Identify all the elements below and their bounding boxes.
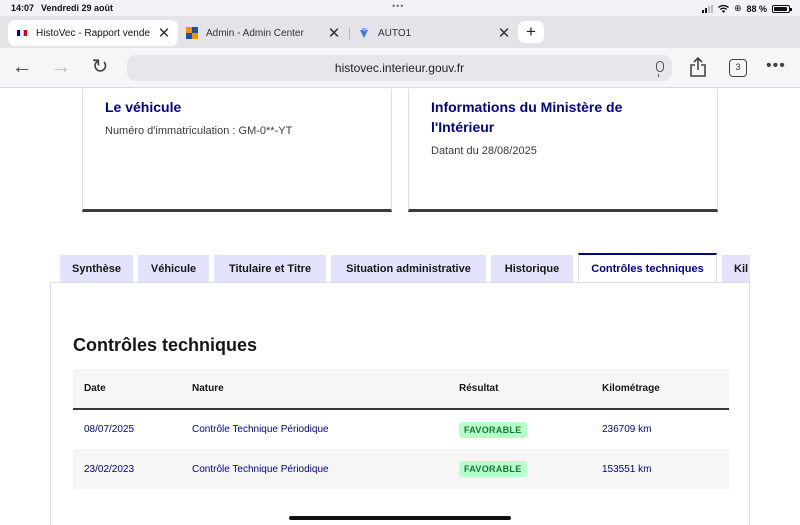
column-nature: Nature (192, 369, 459, 410)
tab-synthese[interactable]: Synthèse (60, 255, 133, 283)
tab-title: HistoVec - Rapport vende (36, 27, 150, 39)
cell-nature: Contrôle Technique Périodique (192, 449, 459, 489)
controles-techniques-panel: Contrôles techniques Date Nature Résulta… (50, 282, 750, 525)
tab-kilometrage[interactable]: Kil (722, 255, 750, 283)
column-resultat: Résultat (459, 369, 602, 410)
tab-title: Admin - Admin Center (206, 27, 304, 39)
auto1-icon (360, 28, 368, 38)
tab-vehicule[interactable]: Véhicule (138, 255, 209, 283)
table-row: 23/02/2023 Contrôle Technique Périodique… (73, 449, 729, 489)
battery-percent: 88 % (746, 3, 767, 14)
ministry-card: Informations du Ministère de l'Intérieur … (408, 89, 718, 212)
orientation-lock-icon: ⊕ (733, 3, 742, 13)
share-icon[interactable] (689, 57, 707, 78)
wifi-icon (717, 4, 729, 13)
cell-km: 236709 km (602, 424, 652, 435)
tab-situation-administrative[interactable]: Situation administrative (331, 255, 486, 283)
close-tab-icon[interactable]: ✕ (154, 24, 174, 42)
browser-tab-bar: HistoVec - Rapport vende ✕ Admin - Admin… (0, 16, 800, 48)
new-tab-button[interactable]: + (518, 21, 544, 43)
status-date: Vendredi 29 août (41, 3, 114, 13)
microphone-icon[interactable] (656, 61, 664, 77)
address-bar[interactable]: histovec.interieur.gouv.fr (127, 55, 672, 81)
tab-title: AUTO1 (378, 27, 412, 39)
web-page: Le véhicule Numéro d'immatriculation : G… (0, 89, 800, 525)
cell-result: FAVORABLE (459, 449, 602, 489)
inspections-table: Date Nature Résultat Kilométrage 08/07/2… (73, 369, 729, 489)
admin-center-icon (186, 27, 198, 39)
browser-toolbar: ← → ↻ histovec.interieur.gouv.fr 3 ••• (0, 48, 800, 88)
browser-tab-admin[interactable]: Admin - Admin Center ✕ (178, 20, 348, 46)
more-menu-icon[interactable]: ••• (766, 57, 786, 75)
table-row: 08/07/2025 Contrôle Technique Périodique… (73, 409, 729, 449)
cell-nature: Contrôle Technique Périodique (192, 424, 329, 435)
vehicle-card-title: Le véhicule (105, 99, 182, 115)
close-tab-icon[interactable]: ✕ (324, 24, 344, 42)
cell-date: 23/02/2023 (73, 449, 192, 489)
column-kilometrage: Kilométrage (602, 369, 729, 410)
status-badge: FAVORABLE (459, 461, 527, 477)
ministry-card-title: Informations du Ministère de l'Intérieur (431, 99, 623, 135)
table-header-row: Date Nature Résultat Kilométrage (73, 369, 729, 410)
back-arrow-icon[interactable]: ← (9, 56, 35, 80)
url-text: histovec.interieur.gouv.fr (334, 61, 465, 75)
browser-tab-histovec[interactable]: HistoVec - Rapport vende ✕ (8, 20, 178, 46)
status-time: 14:07 (11, 3, 35, 13)
tab-switcher-button[interactable]: 3 (729, 59, 747, 77)
reload-icon[interactable]: ↻ (87, 56, 113, 80)
cell-date: 08/07/2025 (84, 424, 135, 435)
status-badge: FAVORABLE (459, 421, 527, 438)
ministry-date: Datant du 28/08/2025 (431, 145, 537, 157)
section-title: Contrôles techniques (73, 335, 258, 355)
french-flag-icon (17, 30, 27, 36)
forward-arrow-icon[interactable]: → (48, 56, 74, 80)
close-tab-icon[interactable]: ✕ (494, 24, 514, 42)
tab-titulaire-titre[interactable]: Titulaire et Titre (214, 255, 326, 283)
cell-result: FAVORABLE (459, 409, 602, 449)
vehicle-card: Le véhicule Numéro d'immatriculation : G… (82, 89, 392, 212)
status-bar: 14:07 Vendredi 29 août ••• ⊕ 88 % (0, 0, 800, 16)
signal-icon (701, 4, 713, 13)
battery-icon (772, 4, 792, 13)
tab-controles-techniques[interactable]: Contrôles techniques (578, 253, 717, 283)
registration-number: Numéro d'immatriculation : GM-0**-YT (105, 125, 293, 137)
multitasking-dots-icon[interactable]: ••• (392, 1, 404, 11)
home-indicator[interactable] (289, 516, 511, 520)
status-right: ⊕ 88 % (701, 3, 792, 14)
cell-km: 153551 km (602, 449, 729, 489)
browser-tab-auto1[interactable]: AUTO1 ✕ (350, 20, 518, 46)
tab-historique[interactable]: Historique (491, 255, 573, 283)
report-tabs: Synthèse Véhicule Titulaire et Titre Sit… (60, 253, 750, 283)
column-date: Date (73, 369, 192, 410)
